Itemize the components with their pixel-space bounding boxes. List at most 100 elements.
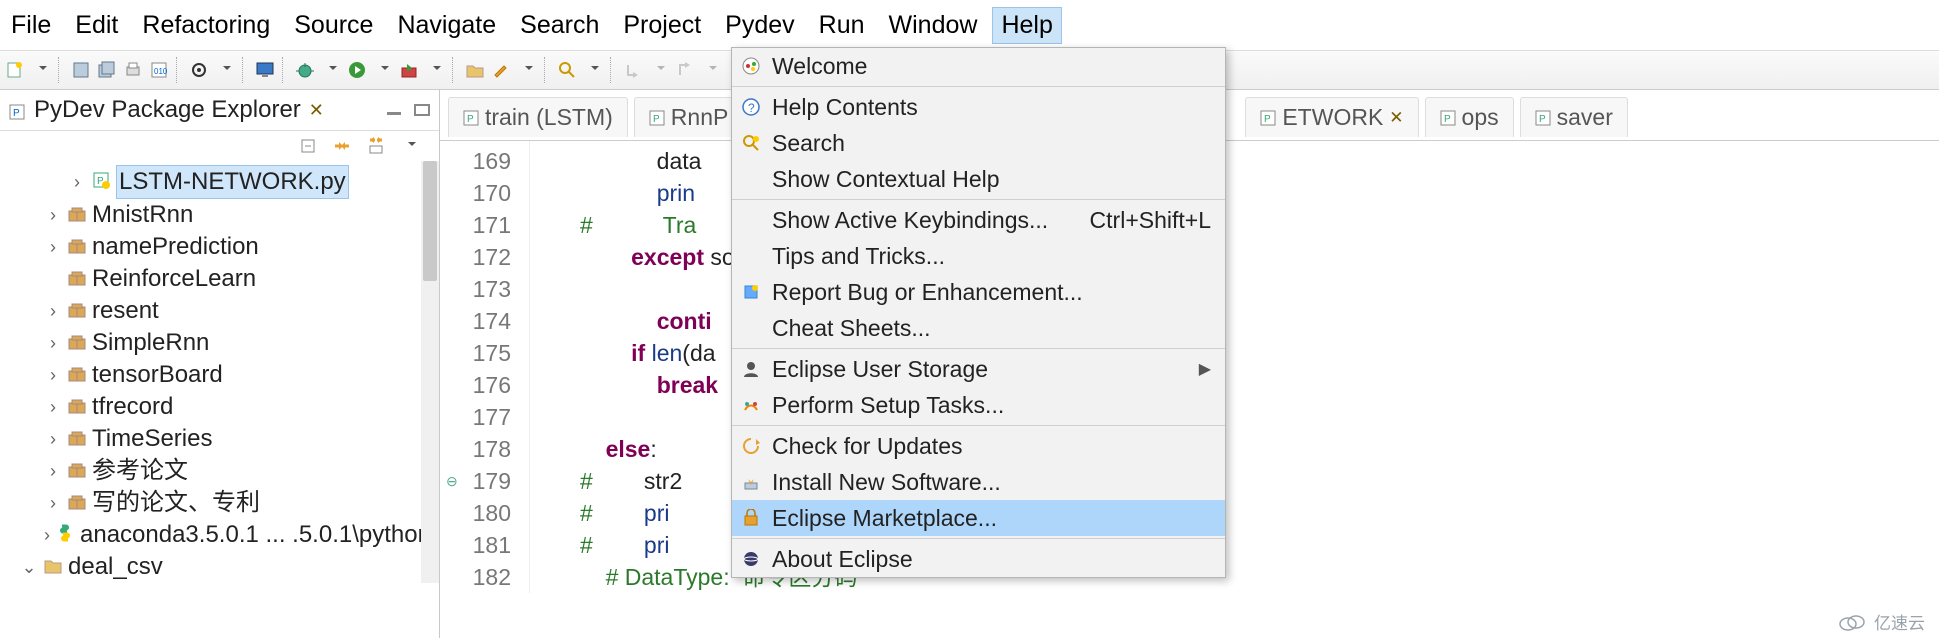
help-menu-item[interactable]: Tips and Tricks... [732,238,1225,274]
menu-project[interactable]: Project [614,7,710,44]
expand-icon[interactable]: › [44,231,62,263]
menu-pydev[interactable]: Pydev [716,7,803,44]
expand-icon[interactable]: › [44,327,62,359]
link-icon[interactable] [331,135,353,157]
fold-icon[interactable]: ⊖ [446,465,458,497]
expand-icon[interactable]: › [44,423,62,455]
ext-tools-dropdown[interactable] [424,59,446,81]
expand-icon[interactable]: › [68,166,86,198]
help-menu-item[interactable]: Eclipse Marketplace... [732,500,1225,536]
expand-icon[interactable]: ⌄ [20,551,38,583]
step-dropdown[interactable] [648,59,670,81]
help-menu-item[interactable]: Welcome [732,48,1225,84]
tree-item[interactable]: ›参考论文 [10,455,433,487]
expand-icon[interactable]: › [44,391,62,423]
help-menu-item[interactable]: Show Active Keybindings...Ctrl+Shift+L [732,202,1225,238]
open-type-icon[interactable] [464,59,486,81]
maximize-icon[interactable] [413,103,431,117]
tree-item[interactable]: ›SimpleRnn [10,327,433,359]
python-file-icon: P [1260,110,1276,126]
help-menu-item[interactable]: Search [732,125,1225,161]
svg-text:P: P [13,108,20,119]
expand-icon[interactable]: › [44,487,62,519]
minimize-icon[interactable] [385,103,403,117]
tree-item[interactable]: ›MnistRnn [10,199,433,231]
search-icon[interactable] [556,59,578,81]
help-menu-item[interactable]: ? Help Contents [732,89,1225,125]
tree-item[interactable]: ReinforceLearn [10,263,433,295]
scrollbar[interactable] [421,161,439,583]
menu-search[interactable]: Search [511,7,608,44]
tree-item[interactable]: ⌄deal_csv [10,551,433,583]
menu-label: Help Contents [772,94,918,121]
save-icon[interactable] [70,59,92,81]
menu-run[interactable]: Run [810,7,874,44]
expand-icon[interactable]: › [44,295,62,327]
brush-dropdown[interactable] [516,59,538,81]
debug-icon[interactable] [294,59,316,81]
expand-icon[interactable]: › [44,359,62,391]
tree-item[interactable]: ›resent [10,295,433,327]
help-icon: ? [740,96,762,118]
help-menu-item[interactable]: Install New Software... [732,464,1225,500]
help-menu-item[interactable]: Perform Setup Tasks... [732,387,1225,423]
menu-navigate[interactable]: Navigate [388,7,505,44]
menu-edit[interactable]: Edit [66,7,127,44]
tree-item[interactable]: ›tensorBoard [10,359,433,391]
tree-item[interactable]: ›namePrediction [10,231,433,263]
run-dropdown[interactable] [372,59,394,81]
help-menu-item[interactable]: About Eclipse [732,541,1225,577]
step2-dropdown[interactable] [700,59,722,81]
new-icon[interactable] [4,59,26,81]
help-menu-item[interactable]: Cheat Sheets... [732,310,1225,346]
tree-item[interactable]: ›anaconda3.5.0.1 ... .5.0.1\python. [10,519,433,551]
help-menu-item[interactable]: Show Contextual Help [732,161,1225,197]
target-icon[interactable] [188,59,210,81]
menu-file[interactable]: File [2,7,60,44]
search-dropdown[interactable] [582,59,604,81]
close-icon[interactable]: ✕ [309,100,324,121]
monitor-icon[interactable] [254,59,276,81]
explorer-tree[interactable]: ›PLSTM-NETWORK.py›MnistRnn›namePredictio… [0,161,439,583]
help-menu-item[interactable]: Report Bug or Enhancement... [732,274,1225,310]
brush-icon[interactable] [490,59,512,81]
pkg-icon [68,423,86,455]
save-all-icon[interactable] [96,59,118,81]
close-icon[interactable]: ✕ [1389,108,1403,128]
print-icon[interactable] [122,59,144,81]
expand-icon[interactable]: › [44,519,50,551]
editor-tab[interactable]: Psaver [1520,97,1628,137]
new-dropdown[interactable] [30,59,52,81]
menu-refactoring[interactable]: Refactoring [133,7,279,44]
menu-source[interactable]: Source [285,7,382,44]
blank-icon [740,168,762,190]
editor-tab[interactable]: PRnnP [634,97,744,137]
collapse-all-icon[interactable] [297,135,319,157]
step-icon[interactable] [622,59,644,81]
step2-icon[interactable] [674,59,696,81]
explorer-tab[interactable]: P PyDev Package Explorer ✕ [0,90,439,131]
help-menu-item[interactable]: Eclipse User Storage▶ [732,351,1225,387]
tree-item[interactable]: ›TimeSeries [10,423,433,455]
tree-item[interactable]: ›PLSTM-NETWORK.py [10,165,433,199]
editor-tab[interactable]: P ETWORK ✕ [1245,97,1418,137]
editor-tab[interactable]: Ptrain (LSTM) [448,97,628,137]
expand-icon[interactable]: › [44,199,62,231]
tab-label: ETWORK [1282,104,1383,131]
menu-help[interactable]: Help [992,7,1061,44]
menu-window[interactable]: Window [880,7,987,44]
editor-tab[interactable]: Pops [1425,97,1514,137]
run-icon[interactable] [346,59,368,81]
expand-icon[interactable]: › [44,455,62,487]
debug-dropdown[interactable] [320,59,342,81]
ext-tools-icon[interactable] [398,59,420,81]
view-menu-icon[interactable] [399,135,421,157]
help-menu-item[interactable]: Check for Updates [732,428,1225,464]
filter-icon[interactable] [365,135,387,157]
search-icon [740,132,762,154]
binary-icon[interactable]: 010 [148,59,170,81]
menu-label: Cheat Sheets... [772,315,931,342]
target-dropdown[interactable] [214,59,236,81]
tree-item[interactable]: ›tfrecord [10,391,433,423]
tree-item[interactable]: ›写的论文、专利 [10,487,433,519]
